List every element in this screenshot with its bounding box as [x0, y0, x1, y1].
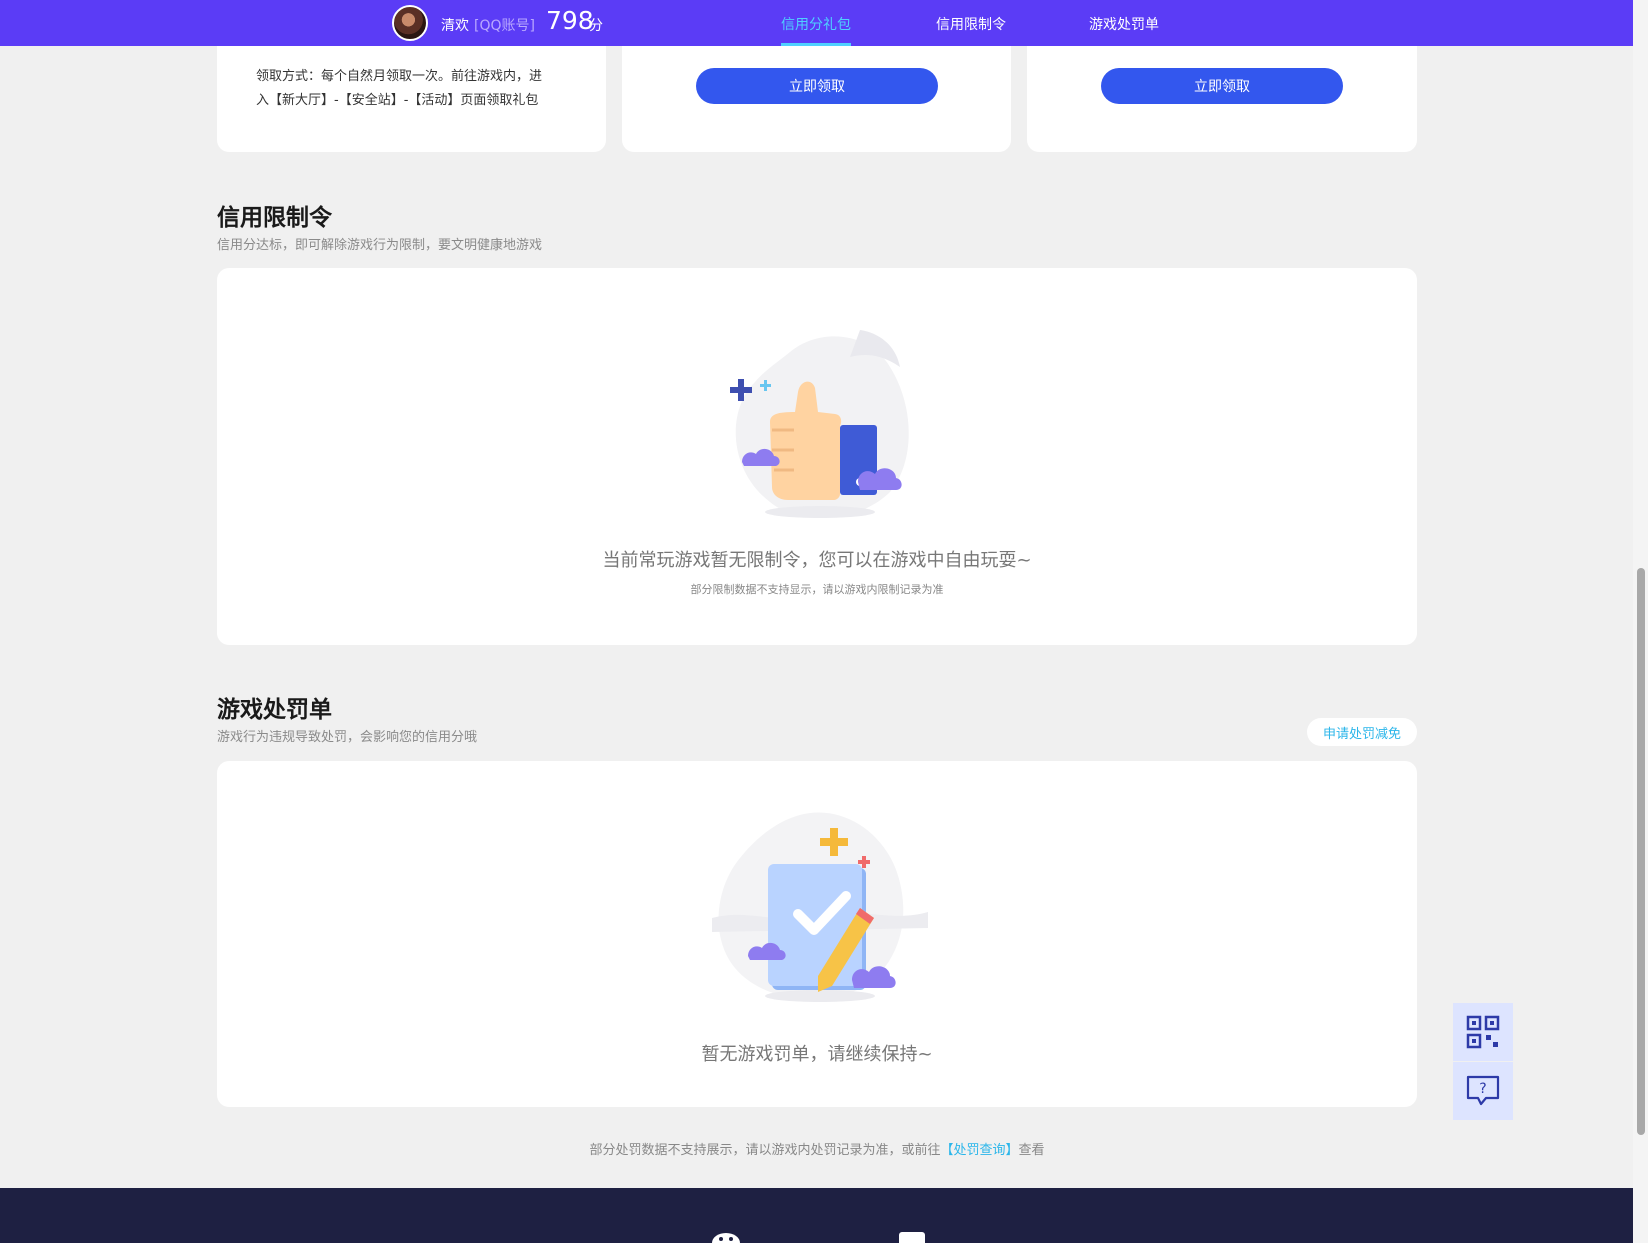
restriction-empty-message: 当前常玩游戏暂无限制令，您可以在游戏中自由玩耍~ [602, 550, 1032, 571]
tab-credit-gift[interactable]: 信用分礼包 [781, 14, 851, 34]
thumbs-up-illustration [730, 330, 909, 519]
penalty-section-subtitle: 游戏行为违规导致处罚，会影响您的信用分哦 [217, 730, 478, 745]
penalty-footnote: 部分处罚数据不支持展示，请以游戏内处罚记录为准，或前往【处罚查询】查看 [217, 1139, 1417, 1158]
account-type: [QQ账号] [474, 18, 535, 34]
gift-desc-line-2: 入【新大厅】-【安全站】-【活动】页面领取礼包 [256, 93, 539, 108]
penalty-section-title: 游戏处罚单 [217, 697, 332, 723]
penalty-query-link[interactable]: 【处罚查询】 [940, 1143, 1018, 1158]
restriction-section-title: 信用限制令 [217, 205, 332, 231]
tab-game-penalty[interactable]: 游戏处罚单 [1089, 14, 1159, 34]
gift-claim-instructions: 领取方式：每个自然月领取一次。前往游戏内，进 入【新大厅】-【安全站】-【活动】… [256, 65, 576, 113]
qrcode-button[interactable] [1453, 1003, 1513, 1061]
qq-icon[interactable] [899, 1232, 925, 1243]
claim-button-3[interactable]: 立即领取 [1101, 68, 1343, 104]
apply-penalty-reduction-button[interactable]: 申请处罚减免 [1307, 718, 1417, 746]
qrcode-icon [1466, 1015, 1500, 1049]
footnote-text: 部分处罚数据不支持展示，请以游戏内处罚记录为准，或前往 [589, 1143, 941, 1158]
svg-text:?: ? [1479, 1081, 1486, 1097]
restriction-section-subtitle: 信用分达标，即可解除游戏行为限制，要文明健康地游戏 [217, 238, 543, 253]
help-chat-icon: ? [1466, 1075, 1500, 1106]
restriction-empty-note: 部分限制数据不支持显示，请以游戏内限制记录为准 [690, 583, 944, 596]
top-nav-bar: 清欢 [QQ账号] 798 分 信用分礼包 信用限制令 游戏处罚单 [0, 0, 1633, 46]
footnote-view-text: 查看 [1018, 1143, 1045, 1158]
checklist-pencil-illustration [712, 812, 928, 1002]
credit-score: 798 [546, 6, 594, 35]
active-tab-indicator [781, 43, 851, 46]
wechat-icon[interactable] [712, 1232, 748, 1243]
footer [0, 1188, 1633, 1243]
avatar[interactable] [392, 5, 428, 41]
penalty-empty-message: 暂无游戏罚单，请继续保持~ [701, 1044, 933, 1065]
scrollbar-thumb[interactable] [1637, 568, 1645, 1135]
user-name: 清欢 [441, 18, 469, 34]
help-button[interactable]: ? [1453, 1062, 1513, 1120]
tab-credit-restriction[interactable]: 信用限制令 [936, 14, 1006, 34]
claim-button-2[interactable]: 立即领取 [696, 68, 938, 104]
credit-score-unit: 分 [589, 18, 603, 34]
gift-desc-line-1: 领取方式：每个自然月领取一次。前往游戏内，进 [256, 69, 543, 84]
